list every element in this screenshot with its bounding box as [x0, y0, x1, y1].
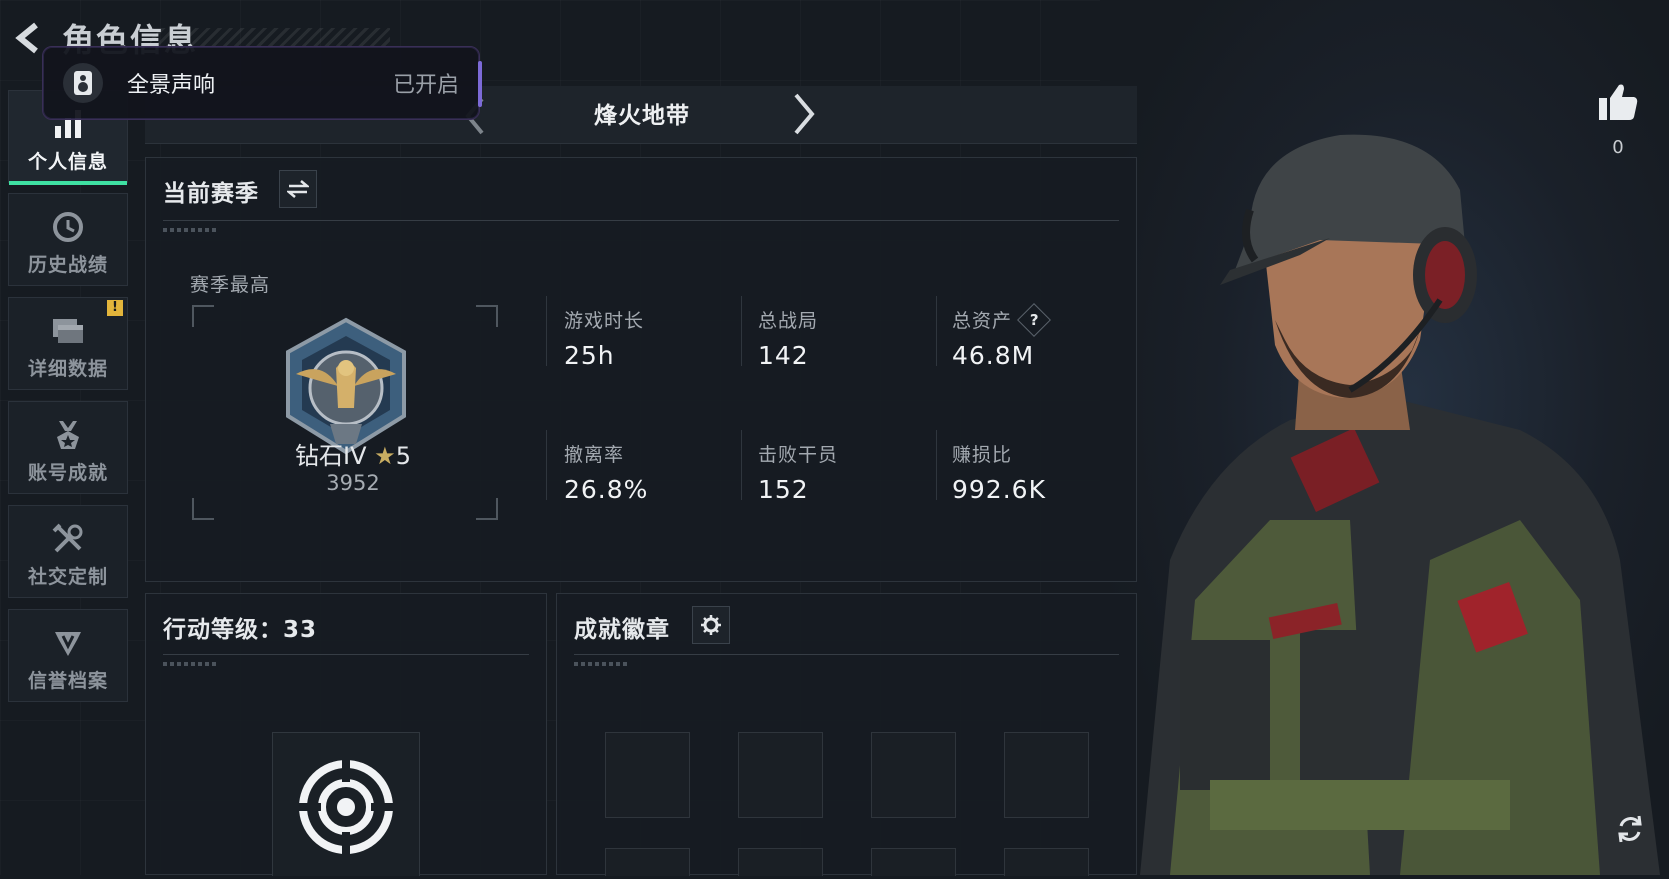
badge-slot[interactable] — [871, 848, 956, 876]
character-showcase — [1100, 0, 1669, 875]
audio-toast: 全景声响 已开启 — [42, 46, 482, 120]
shield-icon — [51, 626, 85, 660]
thumbs-up-icon — [1599, 84, 1638, 120]
rotate-character-button[interactable] — [1613, 812, 1649, 848]
badge-slot[interactable] — [605, 848, 690, 876]
sidebar-item-label: 社交定制 — [27, 566, 108, 588]
stat-label: 总战局 — [758, 310, 819, 332]
stat-total-assets: 总资产 ? 46.8M — [952, 302, 1051, 370]
frame-corner — [192, 305, 214, 327]
sidebar-item-credit-record[interactable]: 信誉档案 — [8, 609, 128, 702]
sidebar-item-label: 个人信息 — [27, 151, 108, 173]
toast-label: 全景声响 — [127, 73, 216, 98]
badge-slot[interactable] — [1004, 732, 1089, 818]
operator-character-illustration — [1140, 134, 1660, 875]
divider — [741, 430, 742, 500]
sidebar-item-label: 信誉档案 — [27, 670, 108, 692]
badge-settings-button[interactable] — [692, 606, 730, 644]
divider — [936, 430, 937, 500]
tools-icon — [51, 522, 85, 556]
stat-value: 142 — [758, 341, 809, 370]
divider-decoration — [163, 662, 219, 666]
divider — [574, 654, 1119, 655]
stat-total-matches: 总战局 142 — [758, 306, 818, 370]
frame-corner — [476, 305, 498, 327]
folder-icon — [51, 314, 85, 348]
next-mode-button[interactable] — [790, 91, 818, 141]
sidebar-item-achievements[interactable]: 账号成就 — [8, 401, 128, 494]
stat-value: 26.8% — [564, 475, 649, 504]
crosshair-icon — [297, 758, 395, 860]
mode-name: 烽火地带 — [594, 103, 690, 129]
sidebar-item-detailed-data[interactable]: ! 详细数据 — [8, 297, 128, 390]
stat-play-time: 游戏时长 25h — [564, 306, 644, 370]
chevron-right-icon — [794, 93, 815, 135]
divider — [936, 296, 937, 366]
stat-label: 总资产 — [952, 310, 1013, 332]
divider — [163, 654, 529, 655]
season-best-label: 赛季最高 — [190, 274, 271, 296]
rank-points: 3952 — [326, 471, 380, 495]
badge-slot[interactable] — [738, 732, 823, 818]
sidebar-item-social-custom[interactable]: 社交定制 — [8, 505, 128, 598]
rank-name: 钻石IV — [295, 442, 367, 470]
divider-decoration — [163, 228, 219, 232]
stat-label: 游戏时长 — [564, 310, 645, 332]
switch-season-button[interactable] — [279, 170, 317, 208]
divider-decoration — [574, 662, 630, 666]
frame-corner — [192, 498, 214, 520]
rank-row: 钻石IV ★5 — [264, 436, 442, 471]
divider — [163, 220, 1119, 221]
sidebar-item-label: 账号成就 — [27, 462, 108, 484]
divider — [546, 296, 547, 366]
gear-icon — [701, 615, 721, 635]
toast-status: 已开启 — [392, 73, 459, 98]
medal-icon — [51, 418, 85, 452]
badge-slot[interactable] — [1004, 848, 1089, 876]
stat-label: 赚损比 — [952, 444, 1013, 466]
rotate-icon — [1618, 815, 1642, 843]
level-panel: 行动等级：33 — [145, 593, 547, 876]
level-title: 行动等级：33 — [163, 617, 318, 643]
help-button[interactable]: ? — [1017, 302, 1051, 337]
frame-corner — [476, 498, 498, 520]
stat-label: 击败干员 — [758, 444, 839, 466]
badge-slot[interactable] — [871, 732, 956, 818]
badge-slot[interactable] — [738, 848, 823, 876]
like-count: 0 — [1612, 137, 1624, 158]
season-title: 当前赛季 — [163, 181, 259, 207]
stat-value: 992.6K — [952, 475, 1046, 504]
like-button[interactable] — [1597, 82, 1643, 126]
stat-label: 撤离率 — [564, 444, 625, 466]
stat-value: 25h — [564, 341, 615, 370]
sidebar-item-label: 详细数据 — [27, 358, 108, 380]
achievement-title: 成就徽章 — [574, 617, 670, 643]
divider — [546, 430, 547, 500]
rank-stars: 5 — [395, 442, 411, 470]
speaker-icon — [63, 63, 103, 103]
sidebar-item-history[interactable]: 历史战绩 — [8, 193, 128, 286]
stat-operators-defeated: 击败干员 152 — [758, 440, 838, 504]
level-emblem-frame — [272, 732, 420, 876]
back-arrow-icon — [15, 22, 38, 54]
help-icon: ? — [1029, 310, 1039, 329]
stat-value: 152 — [758, 475, 809, 504]
divider — [741, 296, 742, 366]
swap-icon — [287, 180, 309, 198]
stat-value: 46.8M — [952, 341, 1035, 370]
stat-profit-loss-ratio: 赚损比 992.6K — [952, 440, 1046, 504]
achievement-panel: 成就徽章 — [556, 593, 1137, 876]
clock-icon — [51, 210, 85, 244]
stat-extract-rate: 撤离率 26.8% — [564, 440, 648, 504]
sidebar-item-label: 历史战绩 — [27, 254, 108, 276]
star-icon: ★ — [374, 442, 396, 470]
notification-badge: ! — [107, 300, 123, 316]
season-panel: 当前赛季 赛季最高 钻石IV ★5 3952 游戏时长 25h 总战局 142 … — [145, 157, 1137, 582]
badge-slot[interactable] — [605, 732, 690, 818]
